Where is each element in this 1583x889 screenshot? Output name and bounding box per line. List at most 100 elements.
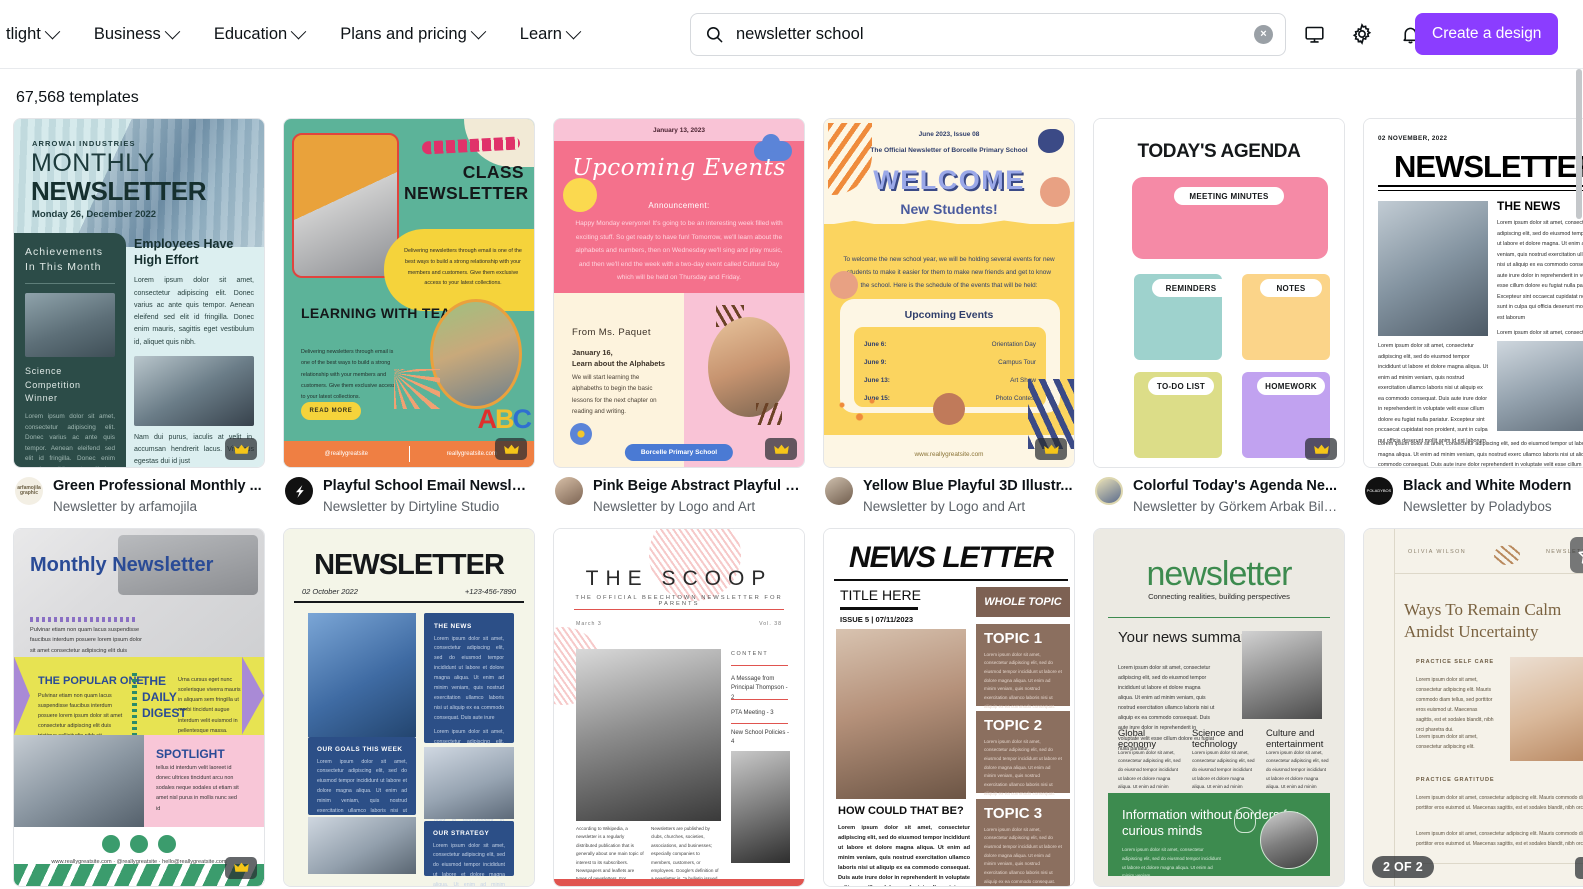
avatar[interactable]: POLADYBOS	[1365, 477, 1393, 505]
template-thumbnail[interactable]: newsletter Connecting realities, buildin…	[1093, 527, 1345, 887]
avatar[interactable]	[1095, 477, 1123, 505]
scrollbar-thumb[interactable]	[1576, 69, 1582, 219]
artwork-col-body: Urna cursus eget nunc scelerisque viverr…	[178, 676, 241, 734]
template-thumbnail[interactable]: 02 NOVEMBER, 2022 NEWSLETTER THE NEWS Lo…	[1363, 118, 1583, 468]
template-byline[interactable]: Newsletter by Görkem Arbak Bilek'...	[1133, 499, 1343, 514]
template-title[interactable]: Black and White Modern	[1403, 477, 1583, 497]
avatar[interactable]: arfamojila graphic	[15, 477, 43, 505]
template-card[interactable]: OLIVIA WILSON NEWSLETTER Ways To Remain …	[1363, 527, 1583, 887]
template-byline[interactable]: Newsletter by Logo and Art	[863, 499, 1073, 514]
artwork-masthead: NEWSLETTER	[314, 548, 505, 581]
page-scrollbar[interactable]	[1576, 69, 1583, 889]
avatar[interactable]	[285, 477, 313, 505]
template-meta: POLADYBOS Black and White Modern Newslet…	[1363, 468, 1583, 514]
template-card[interactable]: newsletter Connecting realities, buildin…	[1093, 527, 1345, 887]
template-thumbnail[interactable]: ARROWAI INDUSTRIES MONTHLY NEWSLETTER Mo…	[13, 118, 265, 468]
pro-crown-badge	[765, 438, 797, 460]
artwork-title: Ways To Remain Calm Amidst Uncertainty	[1404, 599, 1562, 641]
template-thumbnail[interactable]: NEWS LETTER TITLE HERE ISSUE 5 | 07/11/2…	[823, 527, 1075, 887]
artwork-date: Monday 26, December 2022	[32, 209, 157, 220]
template-byline[interactable]: Newsletter by Logo and Art	[593, 499, 803, 514]
template-thumbnail[interactable]: Monthly Newsletter Pulvinar etiam non qu…	[13, 527, 265, 887]
artwork-title: Monthly Newsletter	[30, 553, 214, 576]
artwork-subtitle: The Official Newsletter of Borcelle Prim…	[870, 147, 1028, 154]
clear-search-icon[interactable]: ×	[1254, 24, 1273, 44]
chevron-down-icon	[44, 23, 61, 39]
artwork-block-label: HOMEWORK	[1257, 377, 1325, 395]
template-thumbnail[interactable]: THE SCOOP THE OFFICIAL BEECHTOWN NEWSLET…	[553, 527, 805, 887]
thumbnail-artwork: 02 NOVEMBER, 2022 NEWSLETTER THE NEWS Lo…	[1364, 119, 1583, 467]
artwork-body-4: Lorem ipsum dolor sit amet, consectetur …	[1416, 830, 1583, 847]
artwork-masthead: newsletter	[1146, 554, 1293, 593]
pro-crown-badge	[225, 856, 257, 879]
artwork-content-item: PTA Meeting - 3	[731, 709, 774, 716]
template-meta: Yellow Blue Playful 3D Illustr... Newsle…	[823, 468, 1075, 514]
template-title[interactable]: Green Professional Monthly ...	[53, 477, 263, 497]
artwork-event-date: June 13:	[864, 377, 890, 384]
artwork-date: March 3	[576, 620, 602, 627]
create-a-design-button[interactable]: Create a design	[1415, 13, 1559, 55]
template-card[interactable]: CLASS NEWSLETTER Delivering newsletters …	[283, 118, 535, 514]
artwork-image	[576, 648, 721, 821]
artwork-box-goals: OUR GOALS THIS WEEK Lorem ipsum dolor si…	[308, 736, 416, 853]
template-card[interactable]: NEWS LETTER TITLE HERE ISSUE 5 | 07/11/2…	[823, 527, 1075, 887]
template-thumbnail[interactable]: OLIVIA WILSON NEWSLETTER Ways To Remain …	[1363, 527, 1583, 887]
template-card[interactable]: THE SCOOP THE OFFICIAL BEECHTOWN NEWSLET…	[553, 527, 805, 887]
favorite-star-icon[interactable]	[1570, 536, 1583, 573]
template-byline[interactable]: Newsletter by arfamojila	[53, 499, 263, 514]
template-byline[interactable]: Newsletter by Poladybos	[1403, 499, 1583, 514]
thumbnail-artwork: ARROWAI INDUSTRIES MONTHLY NEWSLETTER Mo…	[14, 119, 264, 467]
avatar[interactable]	[825, 477, 853, 505]
template-thumbnail[interactable]: NEWSLETTER 02 October 2022 +123-456-7890…	[283, 527, 535, 887]
search-input[interactable]	[736, 24, 1254, 44]
artwork-image	[308, 816, 416, 874]
template-card[interactable]: 02 NOVEMBER, 2022 NEWSLETTER THE NEWS Lo…	[1363, 118, 1583, 514]
template-thumbnail[interactable]: June 2023, Issue 08 The Official Newslet…	[823, 118, 1075, 468]
template-byline[interactable]: Newsletter by Dirtyline Studio	[323, 499, 533, 514]
artwork-box-title: OUR STRATEGY	[433, 829, 490, 837]
artwork-how-title: HOW COULD THAT BE?	[838, 804, 964, 817]
nav-item-business[interactable]: Business	[76, 17, 196, 52]
template-card[interactable]: Monthly Newsletter Pulvinar etiam non qu…	[13, 527, 265, 887]
monitor-icon[interactable]	[1297, 17, 1331, 51]
artwork-event-name: Orientation Day	[991, 341, 1036, 348]
artwork-author: OLIVIA WILSON	[1408, 548, 1467, 555]
nav-item-education[interactable]: Education	[196, 17, 322, 52]
artwork-rule	[1108, 616, 1330, 619]
template-card[interactable]: ARROWAI INDUSTRIES MONTHLY NEWSLETTER Mo…	[13, 118, 265, 514]
artwork-col-title: Science and technology	[1192, 726, 1244, 749]
artwork-section-title: THE NEWS	[1497, 199, 1561, 213]
artwork-left-body: Lorem ipsum dolor sit amet, consectetur …	[25, 412, 115, 467]
artwork-block-label: NOTES	[1260, 279, 1322, 297]
template-card[interactable]: TODAY'S AGENDA MEETING MINUTES REMINDERS…	[1093, 118, 1345, 514]
artwork-col-body: Pulvinar etiam non quam lacus suspendiss…	[38, 692, 123, 739]
nav-item-label: Plans and pricing	[340, 24, 467, 43]
template-thumbnail[interactable]: CLASS NEWSLETTER Delivering newsletters …	[283, 118, 535, 468]
artwork-heading: Your news summary	[1118, 628, 1254, 646]
template-title[interactable]: Pink Beige Abstract Playful S...	[593, 477, 803, 497]
template-thumbnail[interactable]: TODAY'S AGENDA MEETING MINUTES REMINDERS…	[1093, 118, 1345, 468]
template-title[interactable]: Yellow Blue Playful 3D Illustr...	[863, 477, 1073, 497]
template-card[interactable]: June 2023, Issue 08 The Official Newslet…	[823, 118, 1075, 514]
avatar[interactable]	[555, 477, 583, 505]
template-title[interactable]: Colorful Today's Agenda Ne...	[1133, 477, 1343, 497]
artwork-rule	[1394, 528, 1395, 886]
nav-item-learn[interactable]: Learn	[502, 17, 597, 52]
template-title[interactable]: Playful School Email Newslet...	[323, 477, 533, 497]
artwork-brand: ARROWAI INDUSTRIES	[32, 139, 136, 148]
nav-item-spotlight[interactable]: tlight	[0, 17, 76, 52]
template-thumbnail[interactable]: January 13, 2023 Upcoming Events Announc…	[553, 118, 805, 468]
nav-item-plans-and-pricing[interactable]: Plans and pricing	[322, 17, 502, 52]
artwork-from: From Ms. Paquet	[572, 327, 651, 338]
results-count: 67,568 templates	[16, 89, 139, 106]
artwork-image	[134, 355, 254, 426]
artwork-left-sub: Science Competition Winner	[25, 366, 81, 404]
gear-icon[interactable]	[1345, 17, 1379, 51]
search-box[interactable]: ×	[690, 12, 1286, 56]
artwork-topic-block: TOPIC 1 Lorem ipsum dolor sit amet, cons…	[976, 623, 1070, 735]
artwork-announce-label: Announcement:	[648, 201, 710, 210]
template-card[interactable]: January 13, 2023 Upcoming Events Announc…	[553, 118, 805, 514]
artwork-yellow-body: Delivering newsletters through email is …	[404, 248, 522, 287]
template-card[interactable]: NEWSLETTER 02 October 2022 +123-456-7890…	[283, 527, 535, 887]
flower-icon	[570, 423, 592, 445]
